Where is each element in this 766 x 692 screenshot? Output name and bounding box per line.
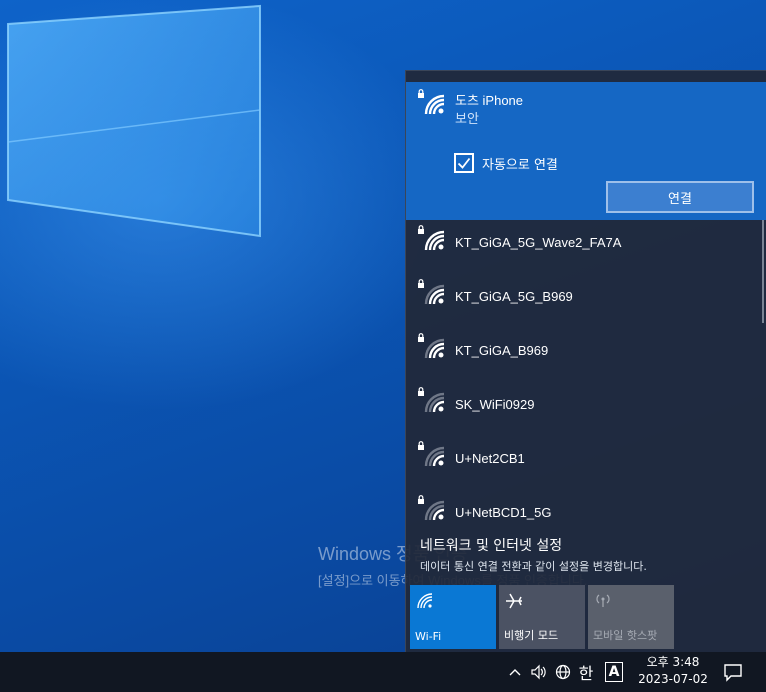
network-item[interactable]: U+Net2CB1 [406,434,766,488]
checkbox-box[interactable] [454,153,474,173]
network-tray-button[interactable] [552,662,574,682]
network-item[interactable]: SK_WiFi0929 [406,380,766,434]
hotspot-icon [596,594,610,607]
show-hidden-icons-button[interactable] [506,662,524,682]
speaker-icon [531,664,546,680]
auto-connect-checkbox[interactable]: 자동으로 연결 [454,153,558,173]
selected-network-name: 도츠 iPhone [455,93,524,108]
network-name: KT_GiGA_B969 [455,343,549,358]
hotspot-tile-label: 모바일 핫스팟 [593,629,658,642]
wifi-icon [417,593,433,609]
airplane-mode-tile[interactable]: 비행기 모드 [499,585,585,649]
network-name: KT_GiGA_5G_Wave2_FA7A [455,235,622,250]
taskbar-clock[interactable]: 오후 3:48 2023-07-02 [632,654,714,688]
windows-logo-shard [7,4,261,238]
wifi-secured-icon [418,279,445,305]
network-flyout: 도츠 iPhone 보안 자동으로 연결 연결 KT_GiGA_5G_Wave2… [405,70,766,652]
clock-date: 2023-07-02 [638,672,708,686]
network-item-selected[interactable]: 도츠 iPhone 보안 자동으로 연결 연결 [406,82,766,220]
volume-button[interactable] [528,662,550,682]
network-settings-link[interactable]: 네트워크 및 인터넷 설정 [420,535,562,555]
action-center-icon[interactable] [722,661,744,683]
connect-button[interactable]: 연결 [606,181,754,213]
network-name: SK_WiFi0929 [455,397,535,412]
chevron-up-icon [509,669,521,676]
network-name: U+Net2CB1 [455,451,525,466]
globe-icon [555,664,571,680]
mobile-hotspot-tile[interactable]: 모바일 핫스팟 [588,585,674,649]
network-item[interactable]: U+NetBCD1_5G [406,488,766,542]
wifi-secured-icon [418,495,445,521]
wifi-secured-icon [418,225,445,251]
selected-network-security: 보안 [455,111,479,126]
auto-connect-label: 자동으로 연결 [482,157,558,173]
network-name: KT_GiGA_5G_B969 [455,289,573,304]
wifi-toggle-tile[interactable]: Wi-Fi [410,585,496,649]
network-name: U+NetBCD1_5G [455,505,552,520]
taskbar: 한 A 오후 3:48 2023-07-02 [0,652,766,692]
ime-indicator[interactable]: A [605,662,623,682]
airplane-icon [506,593,522,609]
input-mode-indicator[interactable]: 한 [577,662,595,683]
wifi-tile-label: Wi-Fi [415,630,442,643]
wifi-secured-icon [418,89,445,115]
wifi-secured-icon [418,441,445,467]
wifi-secured-icon [418,333,445,359]
network-item[interactable]: KT_GiGA_5G_Wave2_FA7A [406,218,766,272]
checkmark-icon [457,157,471,169]
network-item[interactable]: KT_GiGA_5G_B969 [406,272,766,326]
network-settings-description: 데이터 통신 연결 전환과 같이 설정을 변경합니다. [420,560,647,573]
network-item[interactable]: KT_GiGA_B969 [406,326,766,380]
airplane-tile-label: 비행기 모드 [504,629,559,642]
clock-time: 오후 3:48 [646,655,700,669]
wifi-secured-icon [418,387,445,413]
